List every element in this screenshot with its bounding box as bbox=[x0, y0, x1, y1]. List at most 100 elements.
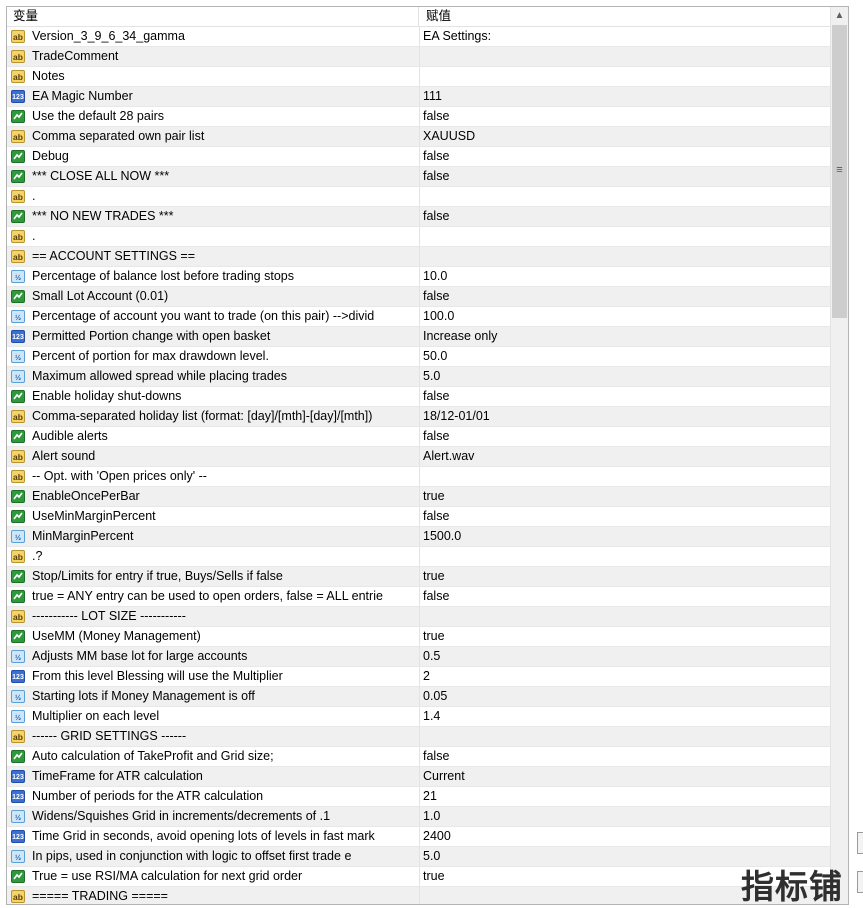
table-row[interactable]: *** CLOSE ALL NOW *** false bbox=[7, 167, 830, 187]
parameter-value[interactable]: false bbox=[423, 507, 823, 526]
parameter-value[interactable] bbox=[423, 47, 823, 66]
table-row[interactable]: ½ Maximum allowed spread while placing tr… bbox=[7, 367, 830, 387]
parameter-value[interactable]: XAUUSD bbox=[423, 127, 823, 146]
table-row[interactable]: True = use RSI/MA calculation for next g… bbox=[7, 867, 830, 887]
parameter-value[interactable] bbox=[423, 727, 823, 746]
parameter-value[interactable] bbox=[423, 607, 823, 626]
table-row[interactable]: ½ Percent of portion for max drawdown lev… bbox=[7, 347, 830, 367]
parameter-value[interactable]: true bbox=[423, 487, 823, 506]
parameter-value[interactable]: false bbox=[423, 147, 823, 166]
parameter-value[interactable]: 2 bbox=[423, 667, 823, 686]
parameter-value[interactable]: Increase only bbox=[423, 327, 823, 346]
parameter-value[interactable]: false bbox=[423, 107, 823, 126]
parameter-value[interactable]: false bbox=[423, 587, 823, 606]
parameter-value[interactable]: EA Settings: bbox=[423, 27, 823, 46]
parameter-value[interactable]: false bbox=[423, 167, 823, 186]
parameter-value[interactable]: 111 bbox=[423, 87, 823, 106]
parameter-value[interactable]: 18/12-01/01 bbox=[423, 407, 823, 426]
parameter-value[interactable]: 2400 bbox=[423, 827, 823, 846]
parameter-value[interactable]: false bbox=[423, 747, 823, 766]
side-panel-edge bbox=[857, 871, 863, 893]
table-row[interactable]: ab.? bbox=[7, 547, 830, 567]
string-type-icon: ab bbox=[11, 410, 25, 423]
parameter-value[interactable]: 1.0 bbox=[423, 807, 823, 826]
scroll-up-arrow-icon[interactable]: ▲ bbox=[831, 7, 848, 24]
table-row[interactable]: Auto calculation of TakeProfit and Grid … bbox=[7, 747, 830, 767]
parameter-name: Notes bbox=[32, 69, 65, 83]
table-row[interactable]: ab TradeComment bbox=[7, 47, 830, 67]
column-header-variable[interactable]: 变量 bbox=[7, 7, 419, 26]
table-row[interactable]: Small Lot Account (0.01) false bbox=[7, 287, 830, 307]
parameter-value[interactable]: 0.5 bbox=[423, 647, 823, 666]
parameter-value[interactable]: false bbox=[423, 427, 823, 446]
table-row[interactable]: Stop/Limits for entry if true, Buys/Sell… bbox=[7, 567, 830, 587]
table-row[interactable]: Use the default 28 pairs false bbox=[7, 107, 830, 127]
parameter-value[interactable] bbox=[423, 227, 823, 246]
table-row[interactable]: 123 EA Magic Number 111 bbox=[7, 87, 830, 107]
parameter-value[interactable]: 21 bbox=[423, 787, 823, 806]
table-row[interactable]: ab Notes bbox=[7, 67, 830, 87]
parameter-value[interactable]: 50.0 bbox=[423, 347, 823, 366]
table-row[interactable]: *** NO NEW TRADES *** false bbox=[7, 207, 830, 227]
parameter-value[interactable]: 1500.0 bbox=[423, 527, 823, 546]
parameter-value[interactable]: false bbox=[423, 207, 823, 226]
parameter-value[interactable]: false bbox=[423, 287, 823, 306]
column-divider bbox=[419, 847, 420, 866]
table-row[interactable]: ab Alert sound Alert.wav bbox=[7, 447, 830, 467]
vertical-scrollbar[interactable]: ▲ ≡ bbox=[830, 7, 848, 904]
parameter-value[interactable] bbox=[423, 247, 823, 266]
column-divider bbox=[419, 647, 420, 666]
table-row[interactable]: 123 TimeFrame for ATR calculation Current bbox=[7, 767, 830, 787]
table-row[interactable]: ½ Percentage of balance lost before tradi… bbox=[7, 267, 830, 287]
table-row[interactable]: ab. bbox=[7, 227, 830, 247]
scrollbar-thumb[interactable]: ≡ bbox=[832, 25, 847, 318]
table-row[interactable]: 123 Number of periods for the ATR calcula… bbox=[7, 787, 830, 807]
table-row[interactable]: ab Comma-separated holiday list (format: … bbox=[7, 407, 830, 427]
parameter-value[interactable]: 5.0 bbox=[423, 367, 823, 386]
parameter-value[interactable]: true bbox=[423, 627, 823, 646]
parameter-value[interactable]: true bbox=[423, 567, 823, 586]
table-row[interactable]: ½ Starting lots if Money Management is of… bbox=[7, 687, 830, 707]
table-row[interactable]: EnableOncePerBar true bbox=[7, 487, 830, 507]
table-row[interactable]: 123 Time Grid in seconds, avoid opening l… bbox=[7, 827, 830, 847]
table-row[interactable]: UseMM (Money Management) true bbox=[7, 627, 830, 647]
column-divider bbox=[419, 687, 420, 706]
table-row[interactable]: Audible alerts false bbox=[7, 427, 830, 447]
table-row[interactable]: ½ Multiplier on each level 1.4 bbox=[7, 707, 830, 727]
table-row[interactable]: ab == ACCOUNT SETTINGS == bbox=[7, 247, 830, 267]
table-row[interactable]: Enable holiday shut-downs false bbox=[7, 387, 830, 407]
parameter-value[interactable] bbox=[423, 67, 823, 86]
table-row[interactable]: ab ------ GRID SETTINGS ------ bbox=[7, 727, 830, 747]
table-row[interactable]: 123 From this level Blessing will use the… bbox=[7, 667, 830, 687]
table-row[interactable]: ab Version_3_9_6_34_gamma EA Settings: bbox=[7, 27, 830, 47]
parameter-value[interactable]: false bbox=[423, 387, 823, 406]
parameter-value[interactable] bbox=[423, 547, 823, 566]
parameter-value[interactable]: 1.4 bbox=[423, 707, 823, 726]
parameter-value[interactable]: 100.0 bbox=[423, 307, 823, 326]
column-header-value[interactable]: 赋值 bbox=[420, 7, 830, 26]
table-row[interactable]: ab ===== TRADING ===== bbox=[7, 887, 830, 904]
table-row[interactable]: ab Comma separated own pair list XAUUSD bbox=[7, 127, 830, 147]
table-row[interactable]: ½ MinMarginPercent 1500.0 bbox=[7, 527, 830, 547]
table-row[interactable]: ½ Adjusts MM base lot for large accounts 0… bbox=[7, 647, 830, 667]
parameter-value[interactable]: 10.0 bbox=[423, 267, 823, 286]
parameter-value[interactable]: Current bbox=[423, 767, 823, 786]
table-row[interactable]: true = ANY entry can be used to open ord… bbox=[7, 587, 830, 607]
parameter-value[interactable]: Alert.wav bbox=[423, 447, 823, 466]
table-row[interactable]: UseMinMarginPercent false bbox=[7, 507, 830, 527]
parameter-value[interactable] bbox=[423, 467, 823, 486]
table-row[interactable]: ½ Percentage of account you want to trade… bbox=[7, 307, 830, 327]
table-row[interactable]: ½ In pips, used in conjunction with logic… bbox=[7, 847, 830, 867]
column-divider bbox=[419, 447, 420, 466]
boolean-type-icon bbox=[11, 750, 25, 763]
boolean-type-icon bbox=[11, 150, 25, 163]
parameter-value[interactable]: 0.05 bbox=[423, 687, 823, 706]
table-row[interactable]: ab ----------- LOT SIZE ----------- bbox=[7, 607, 830, 627]
table-row[interactable]: ab. bbox=[7, 187, 830, 207]
parameter-value[interactable] bbox=[423, 187, 823, 206]
table-row[interactable]: ab -- Opt. with 'Open prices only' -- bbox=[7, 467, 830, 487]
table-row[interactable]: ½ Widens/Squishes Grid in increments/decr… bbox=[7, 807, 830, 827]
table-row[interactable]: Debug false bbox=[7, 147, 830, 167]
table-row[interactable]: 123 Permitted Portion change with open ba… bbox=[7, 327, 830, 347]
column-divider bbox=[419, 167, 420, 186]
